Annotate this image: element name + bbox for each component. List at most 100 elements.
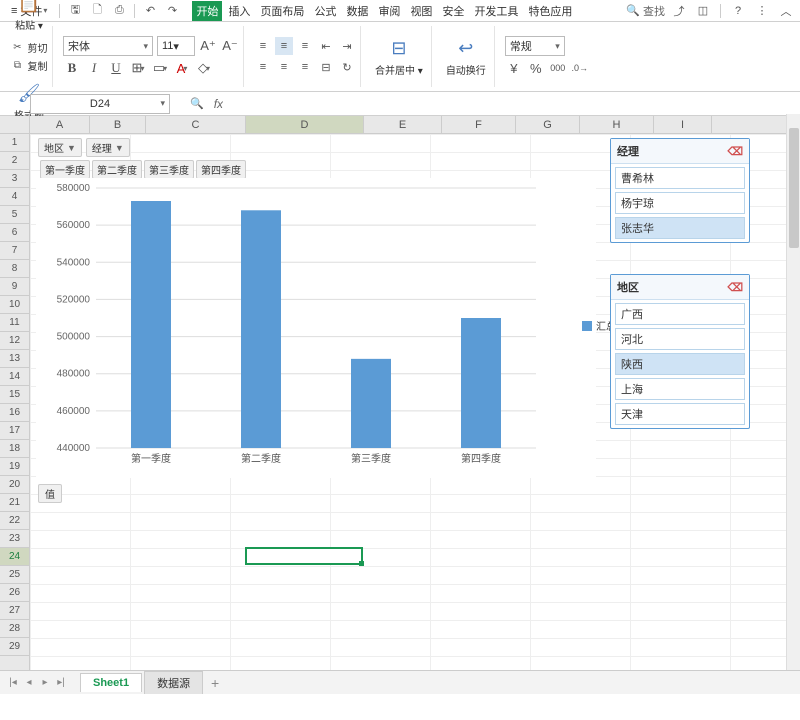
thousands-button[interactable]: 000	[549, 59, 567, 77]
tab-insert[interactable]: 插入	[224, 1, 254, 21]
column-header-E[interactable]: E	[364, 116, 442, 133]
cloud-icon[interactable]: ◫	[693, 2, 713, 20]
slicer-item[interactable]: 陕西	[615, 353, 745, 375]
slicer-item[interactable]: 河北	[615, 328, 745, 350]
slicer-item[interactable]: 上海	[615, 378, 745, 400]
underline-button[interactable]: U	[107, 59, 125, 77]
fx-icon[interactable]: fx	[214, 97, 223, 111]
row-header-12[interactable]: 12	[0, 332, 29, 350]
undo-icon[interactable]: ↶	[140, 2, 160, 20]
row-header-20[interactable]: 20	[0, 476, 29, 494]
number-format-select[interactable]: 常规▾	[505, 36, 565, 56]
row-header-24[interactable]: 24	[0, 548, 29, 566]
slicer-item[interactable]: 杨宇琼	[615, 192, 745, 214]
column-header-A[interactable]: A	[30, 116, 90, 133]
font-name-select[interactable]: 宋体▾	[63, 36, 153, 56]
row-header-11[interactable]: 11	[0, 314, 29, 332]
fill-color-button[interactable]: ▭▾	[151, 59, 169, 77]
row-header-4[interactable]: 4	[0, 188, 29, 206]
align-top-right[interactable]: ≡	[296, 37, 314, 55]
tab-pagelayout[interactable]: 页面布局	[256, 1, 308, 21]
slicer-item[interactable]: 天津	[615, 403, 745, 425]
pivot-field-manager[interactable]: 经理▼	[86, 138, 130, 157]
indent-increase[interactable]: ⇥	[338, 37, 356, 55]
row-header-27[interactable]: 27	[0, 602, 29, 620]
sheet-tab-datasource[interactable]: 数据源	[144, 671, 203, 694]
pivot-q3[interactable]: 第三季度	[144, 160, 194, 179]
orientation[interactable]: ↻	[338, 58, 356, 76]
align-bottom-right[interactable]: ≡	[296, 58, 314, 76]
row-header-1[interactable]: 1	[0, 134, 29, 152]
row-header-16[interactable]: 16	[0, 404, 29, 422]
column-header-C[interactable]: C	[146, 116, 246, 133]
pivot-field-region[interactable]: 地区▼	[38, 138, 82, 157]
save-as-icon[interactable]: 🗋	[87, 2, 107, 20]
select-all-corner[interactable]	[0, 116, 30, 133]
tab-data[interactable]: 数据	[342, 1, 372, 21]
tab-review[interactable]: 审阅	[374, 1, 404, 21]
indent-decrease[interactable]: ⇤	[317, 37, 335, 55]
formula-input[interactable]	[223, 94, 800, 114]
row-header-3[interactable]: 3	[0, 170, 29, 188]
font-color-button[interactable]: A▾	[173, 59, 191, 77]
row-header-29[interactable]: 29	[0, 638, 29, 656]
pivot-q4[interactable]: 第四季度	[196, 160, 246, 179]
row-header-15[interactable]: 15	[0, 386, 29, 404]
row-header-19[interactable]: 19	[0, 458, 29, 476]
align-bottom-left[interactable]: ≡	[254, 58, 272, 76]
sheet-tab-sheet1[interactable]: Sheet1	[80, 673, 142, 692]
tab-home[interactable]: 开始	[192, 1, 222, 21]
row-header-9[interactable]: 9	[0, 278, 29, 296]
row-header-26[interactable]: 26	[0, 584, 29, 602]
tab-formula[interactable]: 公式	[310, 1, 340, 21]
bold-button[interactable]: B	[63, 59, 81, 77]
column-header-B[interactable]: B	[90, 116, 146, 133]
pivot-q2[interactable]: 第二季度	[92, 160, 142, 179]
paste-button[interactable]: 📋 粘贴 ▾	[11, 0, 47, 34]
cells-area[interactable]: 地区▼ 经理▼ 第一季度 第二季度 第三季度 第四季度 值 4400004600…	[30, 134, 800, 670]
row-header-8[interactable]: 8	[0, 260, 29, 278]
decrease-font-icon[interactable]: A⁻	[221, 37, 239, 55]
redo-icon[interactable]: ↷	[162, 2, 182, 20]
row-header-6[interactable]: 6	[0, 224, 29, 242]
slicer-region[interactable]: 地区 ⌫ 广西河北陕西上海天津	[610, 274, 750, 429]
currency-button[interactable]: ¥	[505, 59, 523, 77]
merge-toggle[interactable]: ⊟	[317, 58, 335, 76]
align-bottom-center[interactable]: ≡	[275, 58, 293, 76]
fill-handle[interactable]	[359, 561, 364, 566]
row-header-23[interactable]: 23	[0, 530, 29, 548]
scrollbar-thumb[interactable]	[789, 128, 799, 248]
pivot-value-field[interactable]: 值	[38, 484, 62, 503]
sheet-nav-last[interactable]: ▸|	[54, 676, 68, 690]
help-icon[interactable]: ?	[728, 2, 748, 20]
tab-view[interactable]: 视图	[406, 1, 436, 21]
italic-button[interactable]: I	[85, 59, 103, 77]
tab-special[interactable]: 特色应用	[524, 1, 576, 21]
save-icon[interactable]: 🖫	[65, 2, 85, 20]
row-header-13[interactable]: 13	[0, 350, 29, 368]
column-header-F[interactable]: F	[442, 116, 516, 133]
add-sheet-button[interactable]: +	[205, 675, 225, 691]
cell-style-button[interactable]: ◇▾	[195, 59, 213, 77]
column-header-I[interactable]: I	[654, 116, 712, 133]
clear-filter-icon[interactable]: ⌫	[727, 145, 743, 158]
percent-button[interactable]: %	[527, 59, 545, 77]
column-header-D[interactable]: D	[246, 116, 364, 133]
slicer-item[interactable]: 张志华	[615, 217, 745, 239]
search-box[interactable]: 🔍 查找	[626, 3, 665, 19]
sheet-nav-first[interactable]: |◂	[6, 676, 20, 690]
name-box[interactable]: D24 ▾	[30, 94, 170, 114]
share-icon[interactable]: ⤴	[669, 2, 689, 20]
print-icon[interactable]: ⎙	[109, 2, 129, 20]
slicer-item[interactable]: 曹希林	[615, 167, 745, 189]
wrap-text-button[interactable]: ↩ 自动换行	[442, 34, 490, 79]
font-size-select[interactable]: 11▾	[157, 36, 195, 56]
align-top-center[interactable]: ≡	[275, 37, 293, 55]
increase-font-icon[interactable]: A⁺	[199, 37, 217, 55]
row-header-14[interactable]: 14	[0, 368, 29, 386]
row-header-28[interactable]: 28	[0, 620, 29, 638]
row-header-2[interactable]: 2	[0, 152, 29, 170]
align-top-left[interactable]: ≡	[254, 37, 272, 55]
row-header-25[interactable]: 25	[0, 566, 29, 584]
row-header-7[interactable]: 7	[0, 242, 29, 260]
